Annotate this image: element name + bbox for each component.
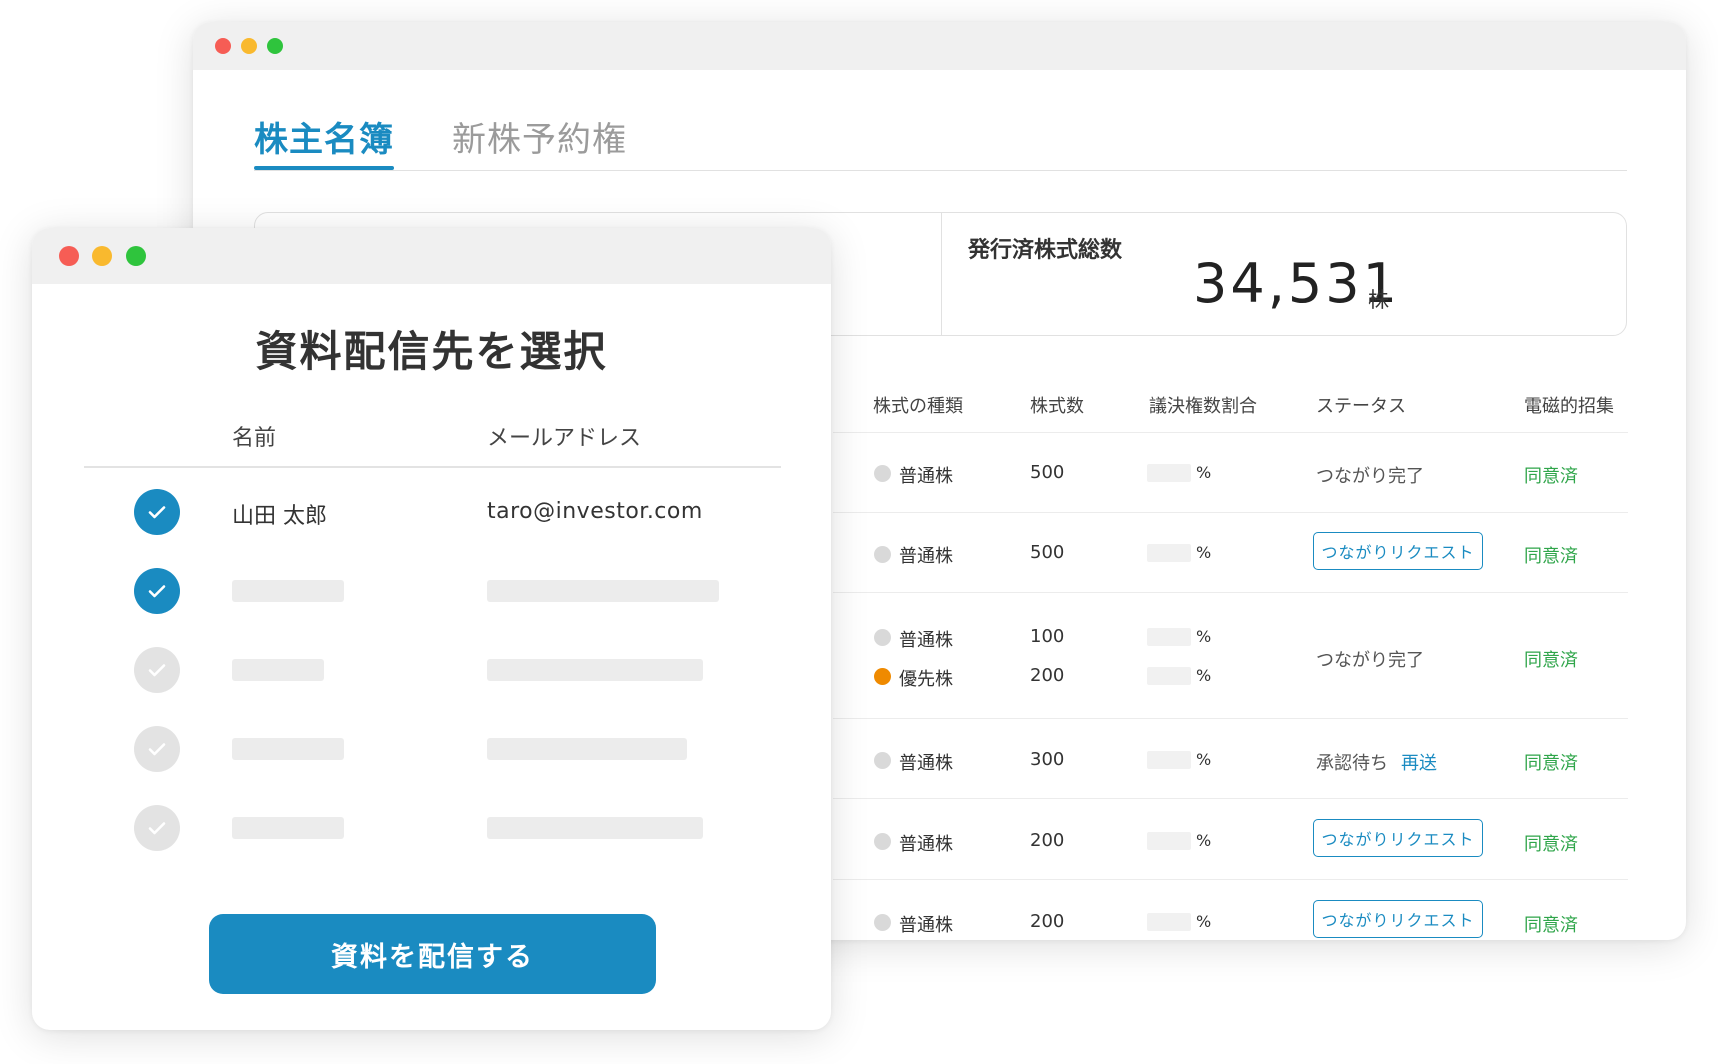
email-placeholder <box>487 580 719 602</box>
common-stock-dot-icon <box>874 546 891 563</box>
row-divider <box>833 718 1628 719</box>
percent-sign: % <box>1196 666 1212 685</box>
checkmark-icon <box>148 506 166 519</box>
voting-ratio-value <box>1147 628 1191 646</box>
column-header-stock-type: 株式の種類 <box>873 396 963 417</box>
connection-request-button[interactable]: つながりリクエスト <box>1313 532 1483 570</box>
name-placeholder <box>232 817 344 839</box>
common-stock-dot-icon <box>874 914 891 931</box>
dialog-title: 資料配信先を選択 <box>255 327 608 376</box>
recipient-checkbox[interactable] <box>134 726 180 772</box>
share-count: 200 <box>1030 665 1065 686</box>
recipient-checkbox[interactable] <box>134 568 180 614</box>
resend-link[interactable]: 再送 <box>1401 749 1437 775</box>
share-count: 500 <box>1030 542 1065 563</box>
name-placeholder <box>232 580 344 602</box>
consent-status: 同意済 <box>1524 915 1578 936</box>
title-bar <box>193 22 1686 70</box>
title-bar <box>32 228 831 284</box>
column-header-name: 名前 <box>232 426 277 451</box>
common-stock-dot-icon <box>874 752 891 769</box>
preferred-stock-dot-icon <box>874 668 891 685</box>
common-stock-dot-icon <box>874 629 891 646</box>
recipient-email: taro@investor.com <box>487 499 703 524</box>
column-header-electronic-notice: 電磁的招集 <box>1524 396 1614 417</box>
stock-type: 優先株 <box>899 669 953 690</box>
share-count: 500 <box>1030 462 1065 483</box>
tab-divider <box>254 170 1627 171</box>
connection-request-button[interactable]: つながりリクエスト <box>1313 819 1483 857</box>
total-shares-unit: 株 <box>1368 288 1389 312</box>
row-divider <box>833 798 1628 799</box>
name-placeholder <box>232 659 324 681</box>
checkmark-icon <box>148 664 166 677</box>
row-divider <box>833 592 1628 593</box>
maximize-window-button[interactable] <box>126 246 146 266</box>
tab-shareholder-registry[interactable]: 株主名簿 <box>254 112 394 161</box>
recipient-checkbox[interactable] <box>134 647 180 693</box>
header-divider <box>84 466 781 468</box>
minimize-window-button[interactable] <box>92 246 112 266</box>
column-header-status: ステータス <box>1316 396 1406 417</box>
common-stock-dot-icon <box>874 465 891 482</box>
recipient-checkbox[interactable] <box>134 805 180 851</box>
stock-type: 普通株 <box>899 753 953 774</box>
checkmark-icon <box>148 585 166 598</box>
percent-sign: % <box>1196 627 1212 646</box>
consent-status: 同意済 <box>1524 546 1578 567</box>
share-count: 100 <box>1030 626 1065 647</box>
consent-status: 同意済 <box>1524 650 1578 671</box>
recipient-checkbox[interactable] <box>134 489 180 535</box>
common-stock-dot-icon <box>874 833 891 850</box>
select-recipients-dialog: 資料配信先を選択 名前 メールアドレス 山田 太郎 taro@investor.… <box>32 228 831 1030</box>
voting-ratio-value <box>1147 751 1191 769</box>
recipient-name: 山田 太郎 <box>232 504 327 529</box>
percent-sign: % <box>1196 543 1212 562</box>
percent-sign: % <box>1196 831 1212 850</box>
column-header-voting-ratio: 議決権数割合 <box>1149 396 1257 417</box>
stock-type: 普通株 <box>899 546 953 567</box>
column-header-email: メールアドレス <box>487 426 642 451</box>
stock-type: 普通株 <box>899 915 953 936</box>
consent-status: 同意済 <box>1524 753 1578 774</box>
email-placeholder <box>487 738 687 760</box>
tab-stock-options[interactable]: 新株予約権 <box>452 112 627 161</box>
row-divider <box>833 432 1628 433</box>
close-window-button[interactable] <box>59 246 79 266</box>
row-divider <box>833 512 1628 513</box>
checkmark-icon <box>148 822 166 835</box>
consent-status: 同意済 <box>1524 834 1578 855</box>
row-divider <box>833 879 1628 880</box>
column-header-share-count: 株式数 <box>1030 396 1084 417</box>
percent-sign: % <box>1196 912 1212 931</box>
share-count: 200 <box>1030 830 1065 851</box>
voting-ratio-value <box>1147 913 1191 931</box>
connection-request-button[interactable]: つながりリクエスト <box>1313 900 1483 938</box>
percent-sign: % <box>1196 463 1212 482</box>
share-count: 200 <box>1030 911 1065 932</box>
voting-ratio-value <box>1147 544 1191 562</box>
status-text: 承認待ち <box>1316 753 1388 774</box>
email-placeholder <box>487 817 703 839</box>
minimize-window-button[interactable] <box>241 38 257 54</box>
status-text: つながり完了 <box>1316 650 1424 671</box>
status-text: つながり完了 <box>1316 466 1424 487</box>
summary-separator <box>941 212 942 336</box>
voting-ratio-value <box>1147 667 1191 685</box>
percent-sign: % <box>1196 750 1212 769</box>
email-placeholder <box>487 659 703 681</box>
close-window-button[interactable] <box>215 38 231 54</box>
total-shares-label: 発行済株式総数 <box>968 238 1123 263</box>
stock-type: 普通株 <box>899 834 953 855</box>
send-documents-button[interactable]: 資料を配信する <box>209 914 656 994</box>
consent-status: 同意済 <box>1524 466 1578 487</box>
maximize-window-button[interactable] <box>267 38 283 54</box>
checkmark-icon <box>148 743 166 756</box>
voting-ratio-value <box>1147 464 1191 482</box>
share-count: 300 <box>1030 749 1065 770</box>
name-placeholder <box>232 738 344 760</box>
voting-ratio-value <box>1147 832 1191 850</box>
stock-type: 普通株 <box>899 466 953 487</box>
stock-type: 普通株 <box>899 630 953 651</box>
